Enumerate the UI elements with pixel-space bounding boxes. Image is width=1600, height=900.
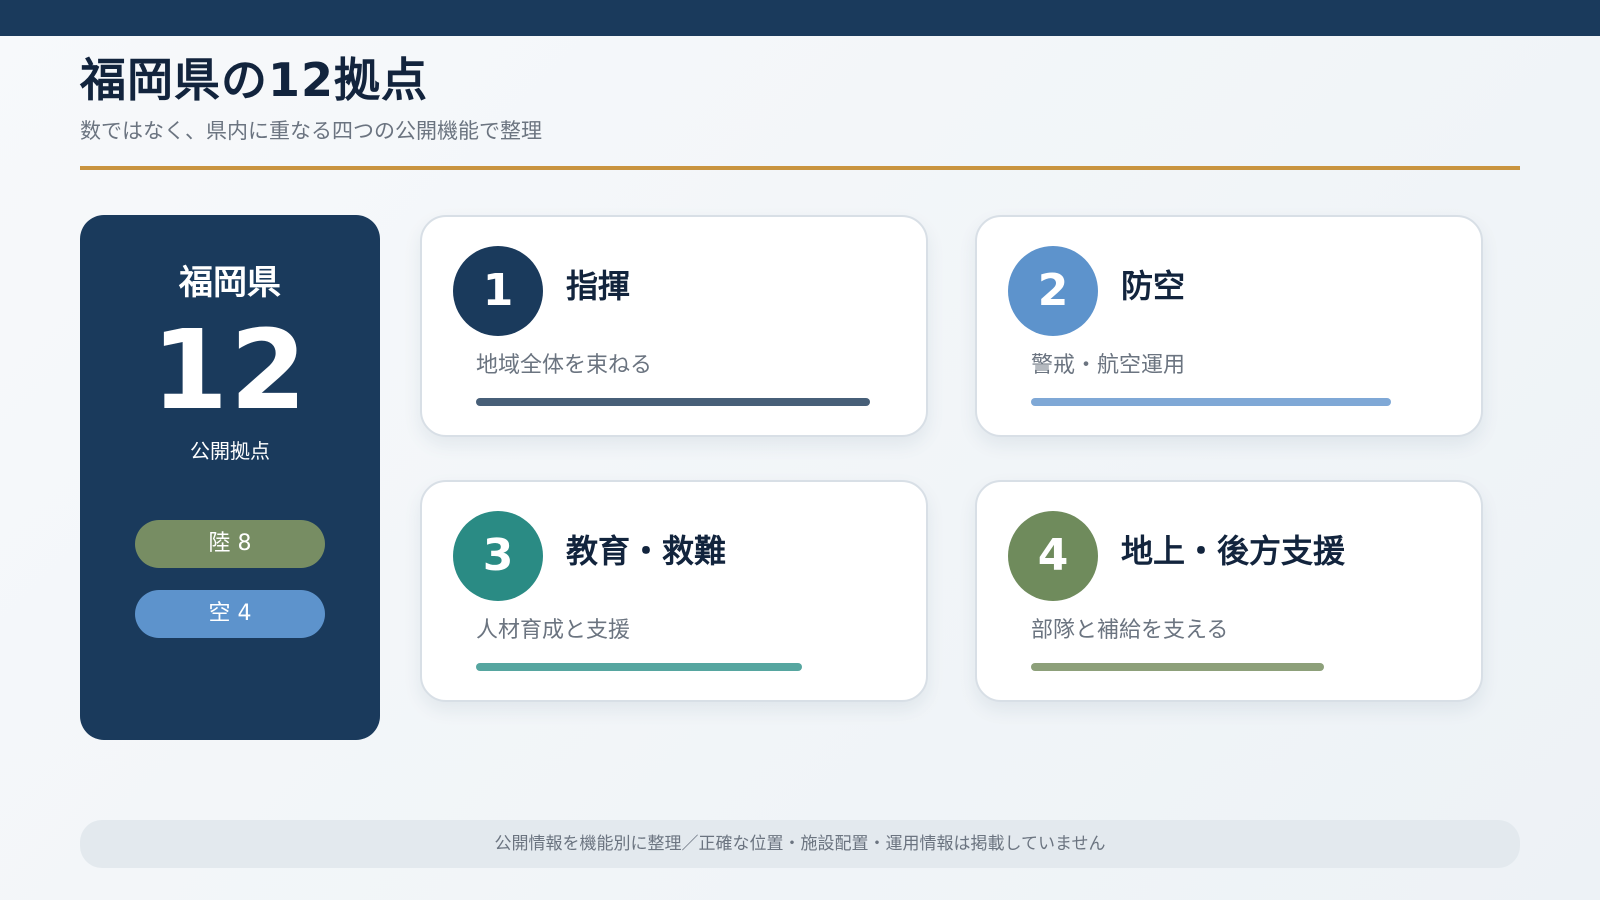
summary-count: 12 (151, 306, 309, 434)
summary-panel: 福岡県 12 公開拠点 陸 8 空 4 (80, 215, 380, 740)
page-title: 福岡県の12拠点 (80, 53, 429, 107)
card-progress-bar (1031, 663, 1324, 671)
card-description: 地域全体を束ねる (476, 353, 653, 378)
function-card-command: 1 指揮 地域全体を束ねる (420, 215, 928, 437)
card-title: 地上・後方支援 (1121, 532, 1346, 570)
card-description: 警戒・航空運用 (1031, 353, 1186, 378)
card-title: 教育・救難 (566, 532, 727, 570)
card-description: 人材育成と支援 (476, 618, 631, 643)
card-number-badge: 1 (453, 246, 543, 336)
summary-prefecture: 福岡県 (179, 263, 281, 303)
card-description: 部隊と補給を支える (1031, 618, 1229, 643)
card-title: 防空 (1121, 267, 1186, 305)
top-bar (0, 0, 1600, 36)
card-number-badge: 2 (1008, 246, 1098, 336)
summary-count-label: 公開拠点 (190, 439, 270, 463)
air-count-badge: 空 4 (135, 590, 325, 638)
card-number-badge: 4 (1008, 511, 1098, 601)
function-card-air-defense: 2 防空 警戒・航空運用 (975, 215, 1483, 437)
footer-note: 公開情報を機能別に整理／正確な位置・施設配置・運用情報は掲載していません (80, 820, 1520, 868)
card-progress-bar (476, 398, 870, 406)
land-count-badge: 陸 8 (135, 520, 325, 568)
divider (80, 166, 1520, 170)
page-subtitle: 数ではなく、県内に重なる四つの公開機能で整理 (80, 119, 542, 143)
function-card-ground-logistics: 4 地上・後方支援 部隊と補給を支える (975, 480, 1483, 702)
card-title: 指揮 (566, 267, 631, 305)
function-card-education-rescue: 3 教育・救難 人材育成と支援 (420, 480, 928, 702)
card-progress-bar (476, 663, 802, 671)
card-number-badge: 3 (453, 511, 543, 601)
card-progress-bar (1031, 398, 1391, 406)
